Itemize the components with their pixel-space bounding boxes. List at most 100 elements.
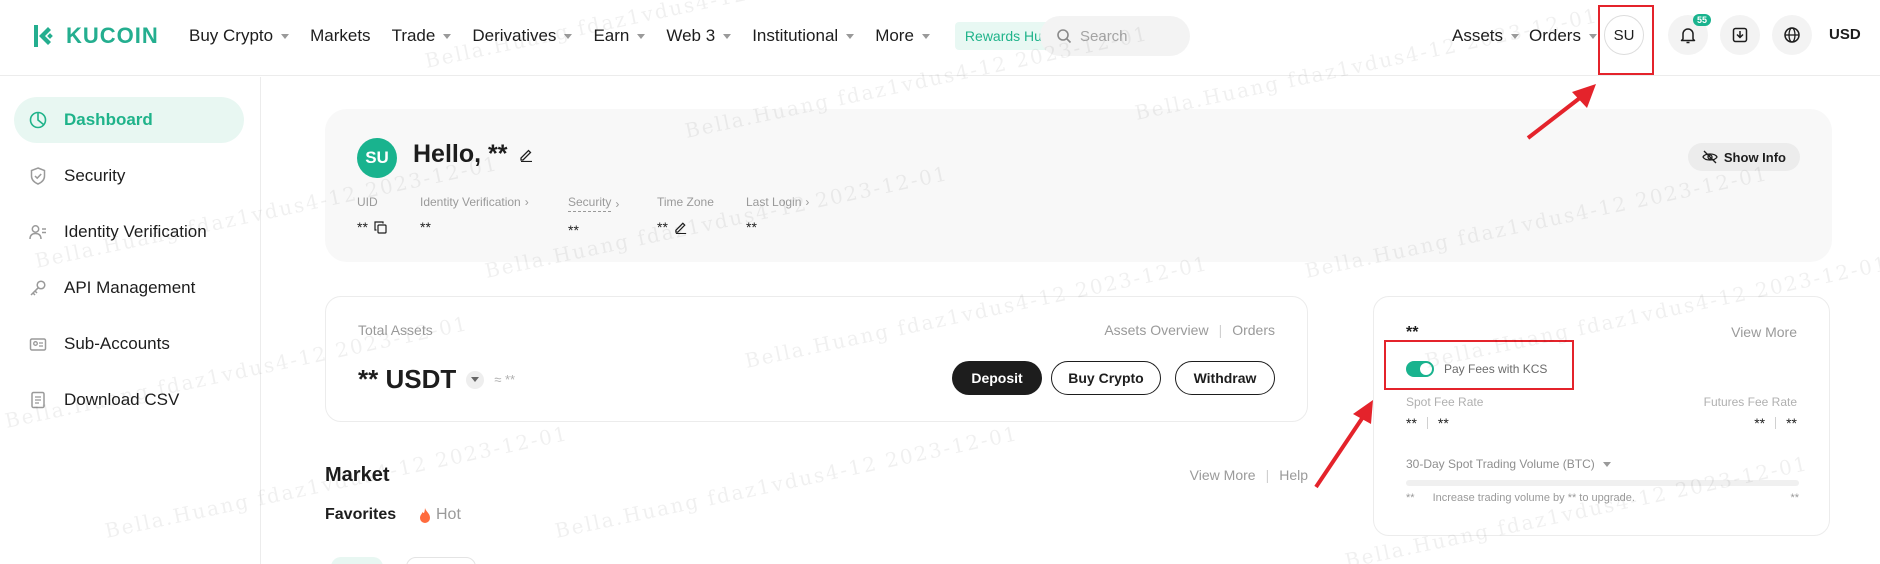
greeting-text: Hello, ** [413, 140, 508, 168]
trading-volume-progress [1406, 480, 1799, 486]
market-view-more-link[interactable]: View More [1190, 467, 1256, 483]
sidebar-item-dashboard[interactable]: Dashboard [14, 97, 244, 143]
shield-icon [30, 167, 46, 185]
buy-crypto-button[interactable]: Buy Crypto [1051, 361, 1161, 395]
volume-current: ** [1406, 492, 1415, 504]
fee-level-card: ** View More Pay Fees with KCS Spot Fee … [1373, 296, 1830, 536]
chevron-down-icon [921, 33, 930, 39]
time-zone-value: ** [657, 219, 668, 235]
meta-label: Time Zone [657, 195, 714, 209]
market-help-link[interactable]: Help [1279, 467, 1308, 483]
meta-label: Last Login › [746, 195, 809, 209]
show-info-button[interactable]: Show Info [1687, 143, 1800, 171]
search-box[interactable] [1040, 16, 1190, 56]
pie-chart-icon [29, 111, 47, 129]
nav-markets[interactable]: Markets [310, 26, 370, 46]
watermark-text: Bella.Huang fdaz1vdus4-12 2023-12-01 [552, 421, 1021, 543]
futures-fee-label: Futures Fee Rate [1703, 395, 1797, 409]
chevron-down-icon [443, 33, 452, 39]
sidebar-item-api-management[interactable]: API Management [14, 265, 244, 311]
sidebar-item-label: Security [64, 166, 126, 185]
chevron-down-icon [564, 33, 573, 39]
divider: | [1265, 467, 1270, 483]
uid-value: ** [357, 219, 368, 235]
fire-icon [420, 507, 430, 523]
annotation-box-pay-fees [1384, 340, 1574, 390]
show-info-label: Show Info [1723, 149, 1786, 165]
spot-maker-fee: ** [1406, 415, 1417, 431]
deposit-button[interactable]: Deposit [952, 361, 1042, 395]
sidebar: Dashboard Security Identity Verification… [0, 77, 261, 564]
market-filter-chip[interactable] [406, 557, 476, 564]
nav-label: Trade [391, 26, 436, 45]
sidebar-item-label: Identity Verification [64, 222, 207, 241]
meta-security[interactable]: Security › ** [568, 195, 619, 238]
meta-last-login[interactable]: Last Login › ** [746, 195, 809, 235]
chevron-down-icon [281, 33, 290, 39]
nav-assets[interactable]: Assets [1452, 0, 1520, 72]
nav-trade[interactable]: Trade [392, 26, 452, 46]
meta-value: ** [568, 222, 579, 238]
download-app-button[interactable] [1720, 15, 1760, 55]
trading-volume-row: ** Increase trading volume by ** to upgr… [1406, 492, 1799, 504]
meta-label: Security › [568, 195, 619, 212]
trading-volume-selector[interactable]: 30-Day Spot Trading Volume (BTC) [1406, 457, 1611, 471]
assets-overview-link[interactable]: Assets Overview [1104, 322, 1208, 338]
market-links: View More | Help [1190, 467, 1308, 483]
nav-orders[interactable]: Orders [1529, 0, 1597, 72]
nav-label: Orders [1529, 26, 1581, 45]
currency-selector[interactable]: USD [1829, 26, 1861, 43]
kucoin-logo-icon [34, 25, 53, 47]
language-button[interactable] [1772, 15, 1812, 55]
sidebar-item-label: Sub-Accounts [64, 334, 170, 353]
futures-fee-values: ** ** [1754, 415, 1797, 431]
currency-dropdown[interactable] [466, 370, 485, 389]
profile-card: SU Hello, ** Show Info UID ** Identity V… [325, 109, 1832, 262]
sidebar-item-sub-accounts[interactable]: Sub-Accounts [14, 321, 244, 367]
divider [1426, 417, 1428, 429]
total-assets-value: ** USDT ≈ ** [358, 364, 515, 395]
tab-favorites[interactable]: Favorites [325, 506, 396, 524]
meta-value: ** [357, 219, 387, 235]
meta-uid: UID ** [357, 195, 387, 235]
meta-value: ** [657, 219, 714, 235]
nav-derivatives[interactable]: Derivatives [472, 26, 573, 46]
asset-approx-value: ≈ ** [494, 372, 516, 387]
sidebar-item-label: Dashboard [64, 110, 153, 129]
copy-icon[interactable] [374, 220, 387, 234]
meta-label: Identity Verification › [420, 195, 529, 209]
edit-nickname-icon[interactable] [519, 147, 534, 162]
chevron-down-icon [723, 33, 732, 39]
meta-identity-verification[interactable]: Identity Verification › ** [420, 195, 529, 235]
orders-link[interactable]: Orders [1232, 322, 1275, 338]
globe-icon [1784, 27, 1800, 43]
edit-time-zone-icon[interactable] [674, 220, 688, 234]
meta-value: ** [420, 219, 431, 235]
sub-accounts-icon [29, 338, 47, 351]
sidebar-item-label: Download CSV [64, 390, 180, 409]
kucoin-logo[interactable]: KUCOIN [30, 22, 159, 50]
total-assets-card: Total Assets Assets Overview | Orders **… [325, 296, 1308, 422]
nav-more[interactable]: More [875, 26, 930, 46]
sidebar-item-identity-verification[interactable]: Identity Verification [14, 209, 244, 255]
volume-target: ** [1790, 492, 1799, 504]
tab-hot[interactable]: Hot [418, 506, 461, 524]
search-input[interactable] [1080, 27, 1176, 45]
fee-view-more-link[interactable]: View More [1731, 324, 1797, 340]
sidebar-item-download-csv[interactable]: Download CSV [14, 377, 244, 423]
annotation-arrow-pay-fees [1314, 400, 1373, 489]
nav-web3[interactable]: Web 3 [666, 26, 732, 46]
meta-time-zone: Time Zone ** [657, 195, 714, 235]
meta-label-text: Identity Verification [420, 195, 521, 209]
market-filter-chip[interactable] [331, 557, 383, 564]
nav-label: Assets [1452, 26, 1504, 45]
withdraw-button[interactable]: Withdraw [1175, 361, 1275, 395]
nav-label: More [875, 26, 914, 45]
sidebar-item-security[interactable]: Security [14, 153, 244, 199]
nav-institutional[interactable]: Institutional [752, 26, 855, 46]
nav-buy-crypto[interactable]: Buy Crypto [189, 26, 290, 46]
meta-value: ** [746, 219, 757, 235]
chevron-down-icon [637, 33, 646, 39]
chevron-down-icon [846, 33, 855, 39]
nav-earn[interactable]: Earn [593, 26, 646, 46]
